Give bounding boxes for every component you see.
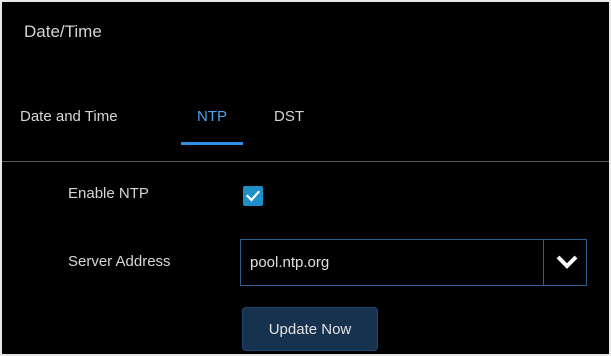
server-address-select[interactable]: pool.ntp.org bbox=[240, 239, 587, 286]
enable-ntp-checkbox[interactable] bbox=[243, 186, 263, 206]
tab-dst[interactable]: DST bbox=[274, 106, 304, 146]
active-tab-indicator bbox=[181, 142, 243, 145]
page-title: Date/Time bbox=[24, 22, 102, 41]
tab-divider bbox=[2, 161, 609, 162]
chevron-down-icon[interactable] bbox=[556, 254, 578, 270]
select-separator bbox=[543, 240, 544, 285]
server-address-label: Server Address bbox=[68, 253, 171, 270]
checkmark-icon bbox=[246, 190, 260, 202]
dialog-frame: Date/Time Date and Time NTP DST Enable N… bbox=[0, 0, 611, 356]
enable-ntp-label: Enable NTP bbox=[68, 185, 149, 202]
server-address-value: pool.ntp.org bbox=[250, 254, 330, 271]
tab-ntp[interactable]: NTP bbox=[181, 106, 243, 146]
tab-bar: Date and Time NTP DST bbox=[2, 106, 609, 166]
tab-ntp-label: NTP bbox=[197, 108, 227, 125]
tab-date-and-time[interactable]: Date and Time bbox=[20, 106, 118, 146]
update-now-button[interactable]: Update Now bbox=[242, 307, 378, 351]
